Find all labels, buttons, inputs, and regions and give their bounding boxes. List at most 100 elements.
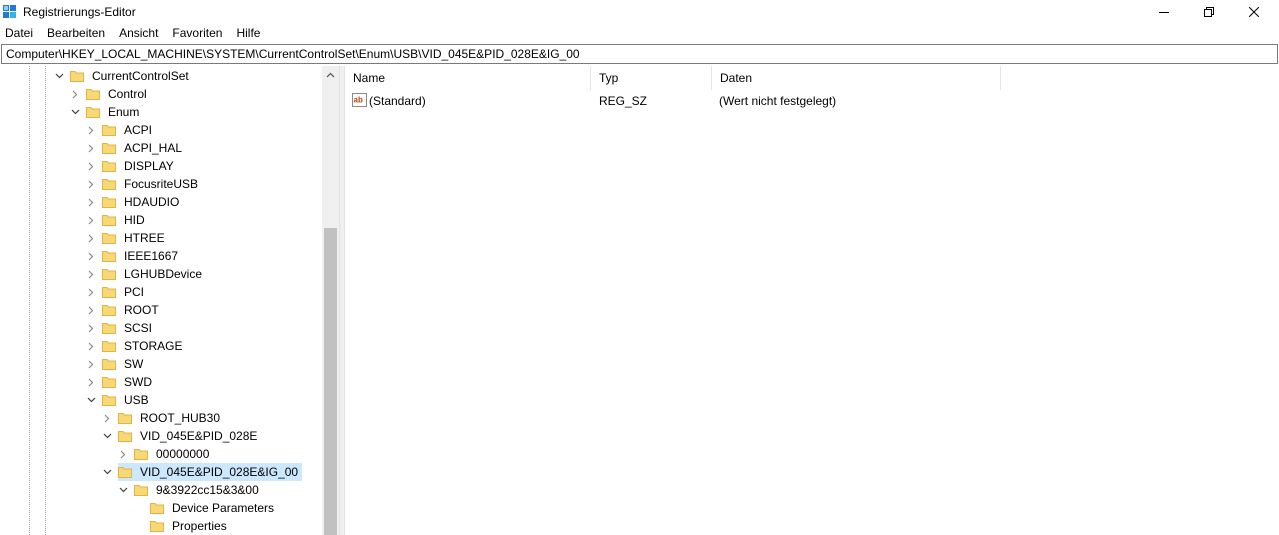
chevron-down-icon[interactable] (54, 67, 64, 85)
chevron-right-icon[interactable] (86, 355, 96, 373)
chevron-right-icon[interactable] (86, 175, 96, 193)
tree-node[interactable]: IEEE1667 (86, 247, 182, 265)
tree-node-content[interactable]: 00000000 (134, 445, 213, 463)
maximize-button[interactable] (1186, 0, 1232, 24)
chevron-right-icon[interactable] (118, 445, 128, 463)
chevron-right-icon[interactable] (86, 373, 96, 391)
tree-node-content[interactable]: ROOT_HUB30 (118, 409, 224, 427)
tree-node[interactable]: Control (70, 85, 151, 103)
address-bar[interactable]: Computer\HKEY_LOCAL_MACHINE\SYSTEM\Curre… (1, 44, 1278, 64)
tree-node-content[interactable]: ACPI (102, 121, 156, 139)
chevron-right-icon[interactable] (86, 337, 96, 355)
tree-node-content[interactable]: LGHUBDevice (102, 265, 206, 283)
chevron-right-icon[interactable] (86, 247, 96, 265)
chevron-down-icon[interactable] (102, 427, 112, 445)
tree-node[interactable]: ROOT (86, 301, 163, 319)
menu-datei[interactable]: Datei (0, 24, 40, 43)
tree-node-content[interactable]: SCSI (102, 319, 156, 337)
chevron-right-icon[interactable] (86, 211, 96, 229)
tree-node[interactable]: 00000000 (118, 445, 213, 463)
tree-node[interactable]: Device Parameters (134, 499, 278, 517)
chevron-right-icon[interactable] (86, 157, 96, 175)
tree-node-content[interactable]: SW (102, 355, 147, 373)
folder-icon (102, 160, 116, 172)
chevron-right-icon[interactable] (86, 283, 96, 301)
tree-node[interactable]: VID_045E&PID_028E&IG_00 (102, 463, 303, 481)
chevron-right-icon[interactable] (86, 319, 96, 337)
scrollbar-thumb[interactable] (324, 228, 337, 535)
tree-node[interactable]: HTREE (86, 229, 169, 247)
tree-node[interactable]: DISPLAY (86, 157, 178, 175)
tree-node-content[interactable]: STORAGE (102, 337, 186, 355)
tree-node[interactable]: ACPI_HAL (86, 139, 186, 157)
list-item[interactable]: ab (Standard) REG_SZ (Wert nicht festgel… (345, 91, 1279, 111)
tree-node-content[interactable]: DISPLAY (102, 157, 178, 175)
tree-node[interactable]: HDAUDIO (86, 193, 183, 211)
tree-node[interactable]: LGHUBDevice (86, 265, 206, 283)
chevron-right-icon[interactable] (86, 229, 96, 247)
column-header-type[interactable]: Typ (591, 66, 711, 90)
tree-node-content[interactable]: ROOT (102, 301, 163, 319)
tree-node[interactable]: SW (86, 355, 147, 373)
tree-node-content[interactable]: HDAUDIO (102, 193, 183, 211)
tree-node-content[interactable]: 9&3922cc15&3&00 (134, 481, 263, 499)
tree-node[interactable]: Properties (134, 517, 231, 535)
column-header-name[interactable]: Name (345, 66, 590, 90)
tree-node-content[interactable]: FocusriteUSB (102, 175, 202, 193)
chevron-right-icon[interactable] (86, 121, 96, 139)
chevron-right-icon[interactable] (86, 265, 96, 283)
tree-node-content[interactable]: Control (86, 85, 151, 103)
tree-node-content[interactable]: Enum (86, 103, 143, 121)
menu-ansicht[interactable]: Ansicht (112, 24, 165, 43)
tree-node[interactable]: ROOT_HUB30 (102, 409, 224, 427)
tree-node-content[interactable]: ACPI_HAL (102, 139, 186, 157)
chevron-right-icon[interactable] (86, 193, 96, 211)
tree-node[interactable]: SWD (86, 373, 156, 391)
tree-node-content[interactable]: HID (102, 211, 149, 229)
tree-node-content[interactable]: VID_045E&PID_028E (118, 427, 261, 445)
tree-scrollbar[interactable] (322, 66, 339, 535)
tree-node[interactable]: PCI (86, 283, 148, 301)
tree-node-content[interactable]: IEEE1667 (102, 247, 182, 265)
chevron-down-icon[interactable] (86, 391, 96, 409)
folder-icon (102, 196, 116, 208)
chevron-down-icon[interactable] (70, 103, 80, 121)
column-header-data[interactable]: Daten (712, 66, 1000, 90)
tree-node-content[interactable]: HTREE (102, 229, 169, 247)
tree-node-content[interactable]: SWD (102, 373, 156, 391)
chevron-down-icon[interactable] (102, 463, 112, 481)
tree-node[interactable]: USB (86, 391, 153, 409)
tree-node[interactable]: SCSI (86, 319, 156, 337)
menu-favoriten[interactable]: Favoriten (165, 24, 229, 43)
chevron-down-icon[interactable] (118, 481, 128, 499)
tree-node-label: Properties (172, 519, 227, 533)
chevron-right-icon[interactable] (86, 139, 96, 157)
tree-node-label: SW (124, 357, 144, 371)
chevron-right-icon[interactable] (70, 85, 80, 103)
tree-node-content[interactable]: USB (102, 391, 153, 409)
tree-node-content[interactable]: Device Parameters (150, 499, 278, 517)
tree-node[interactable]: HID (86, 211, 149, 229)
tree-node[interactable]: 9&3922cc15&3&00 (118, 481, 263, 499)
tree-node[interactable]: ACPI (86, 121, 156, 139)
chevron-right-icon[interactable] (102, 409, 112, 427)
tree-node[interactable]: VID_045E&PID_028E (102, 427, 261, 445)
tree-node-content[interactable]: Properties (150, 517, 231, 535)
tree-node[interactable]: FocusriteUSB (86, 175, 202, 193)
tree-node-label: 9&3922cc15&3&00 (156, 483, 259, 497)
scroll-up-arrow-icon[interactable] (322, 66, 339, 83)
menu-bearbeiten[interactable]: Bearbeiten (40, 24, 112, 43)
values-list[interactable]: Name Typ Daten ab (Standard) REG_SZ (Wer… (345, 66, 1279, 535)
minimize-button[interactable] (1141, 0, 1187, 24)
tree-node-content[interactable]: PCI (102, 283, 148, 301)
tree-node[interactable]: Enum (70, 103, 143, 121)
chevron-right-icon[interactable] (86, 301, 96, 319)
tree-node-content[interactable]: VID_045E&PID_028E&IG_00 (118, 463, 303, 481)
column-separator[interactable] (1000, 66, 1001, 90)
tree-node[interactable]: CurrentControlSet (54, 67, 193, 85)
tree-node-content[interactable]: CurrentControlSet (70, 67, 193, 85)
close-button[interactable] (1231, 0, 1277, 24)
tree-node[interactable]: STORAGE (86, 337, 186, 355)
registry-tree[interactable]: CurrentControlSet Control Enum ACPI ACPI_HAL… (0, 66, 339, 535)
menu-hilfe[interactable]: Hilfe (229, 24, 267, 43)
